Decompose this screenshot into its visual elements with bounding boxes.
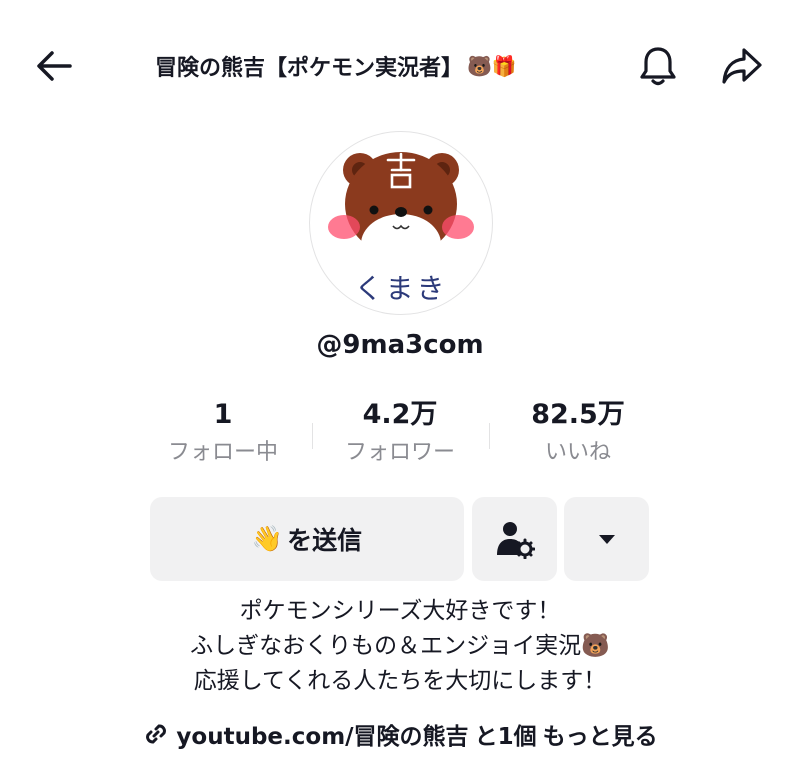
bio-line-2: ふしぎなおくりもの＆エンジョイ実況🐻 <box>0 629 800 664</box>
send-wave-button[interactable]: 👋 を送信 <box>150 497 464 581</box>
likes-count: 82.5万 <box>531 399 625 430</box>
link-icon <box>146 724 167 744</box>
link-count: と1個 <box>474 724 537 750</box>
share-arrow-icon <box>722 48 762 84</box>
notification-button[interactable] <box>632 40 684 92</box>
title-emojis: 🐻🎁 <box>467 54 517 78</box>
user-gear-icon <box>496 522 535 559</box>
followers-label: フォロワー <box>344 440 455 465</box>
friend-settings-button[interactable] <box>472 497 557 581</box>
wave-hand-icon: 👋 <box>251 524 284 553</box>
stats-row: 1 フォロー中 4.2万 フォロワー 82.5万 いいね <box>0 395 800 475</box>
see-more-link[interactable]: もっと見る <box>543 717 658 751</box>
likes-label: いいね <box>544 440 611 465</box>
back-button[interactable] <box>30 42 78 90</box>
profile-link[interactable]: youtube.com/冒険の熊吉 と1個 もっと見る <box>0 716 800 752</box>
stat-followers[interactable]: 4.2万 フォロワー <box>325 395 475 471</box>
arrow-left-icon <box>37 51 72 81</box>
top-bar: 冒険の熊吉【ポケモン実況者】 🐻🎁 <box>0 0 800 130</box>
stats-divider <box>489 423 490 449</box>
following-label: フォロー中 <box>167 440 278 465</box>
bell-icon <box>640 47 676 86</box>
stat-likes[interactable]: 82.5万 いいね <box>503 395 653 471</box>
followers-count: 4.2万 <box>362 399 438 430</box>
caret-down-icon <box>598 535 615 544</box>
send-button-label: を送信 <box>287 526 363 555</box>
share-button[interactable] <box>716 40 768 92</box>
page-title: 冒険の熊吉【ポケモン実況者】 🐻🎁 <box>155 48 600 84</box>
bio-line-1: ポケモンシリーズ大好きです！ <box>239 598 561 624</box>
more-options-button[interactable] <box>564 497 649 581</box>
avatar-caption: くまき <box>354 272 448 305</box>
link-url[interactable]: youtube.com/冒険の熊吉 <box>176 717 468 751</box>
bio-line-3: 応援してくれる人たちを大切にします！ <box>193 668 607 694</box>
bear-emoji-icon: 🐻 <box>581 633 610 659</box>
title-text: 冒険の熊吉【ポケモン実況者】 <box>155 56 464 81</box>
following-count: 1 <box>213 399 233 430</box>
bio-line-2-text: ふしぎなおくりもの＆エンジョイ実況 <box>190 633 582 659</box>
stats-divider <box>312 423 313 449</box>
profile-bio: ポケモンシリーズ大好きです！ ふしぎなおくりもの＆エンジョイ実況🐻 応援してくれ… <box>0 594 800 699</box>
username-handle: @9ma3com <box>316 330 484 360</box>
stat-following[interactable]: 1 フォロー中 <box>148 395 298 471</box>
avatar[interactable]: くまき <box>309 131 493 315</box>
